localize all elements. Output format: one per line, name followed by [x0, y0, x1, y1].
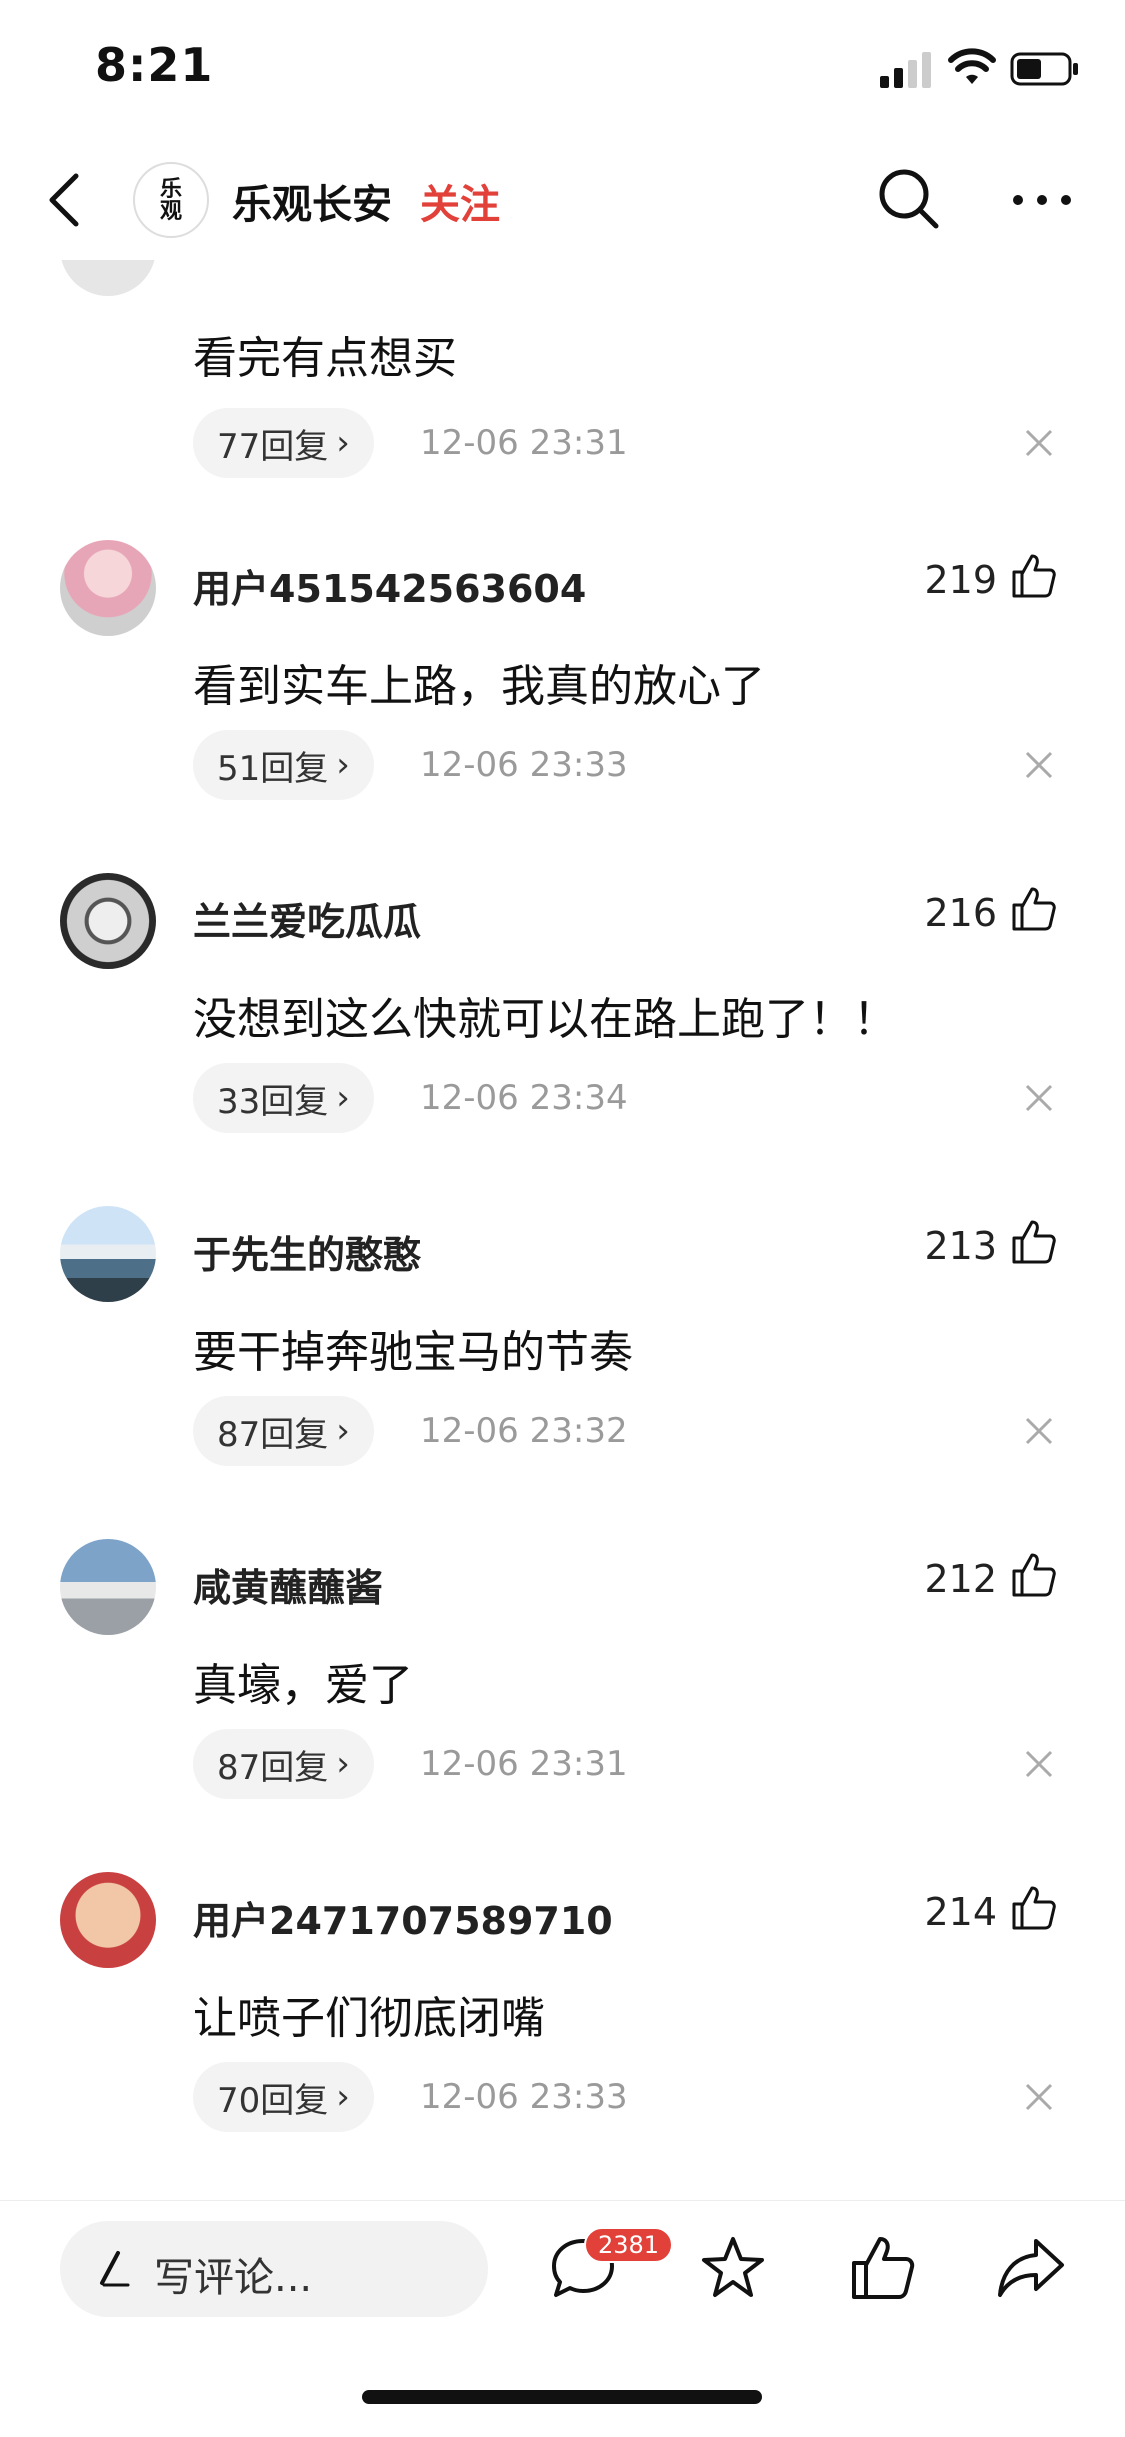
reply-count-button[interactable]: 33回复 › — [193, 1063, 374, 1133]
comment-text: 看到实车上路，我真的放心了 — [193, 661, 765, 712]
like-count: 216 — [924, 891, 997, 935]
account-avatar[interactable]: 乐观 — [133, 162, 209, 238]
reply-count-button[interactable]: 87回复 › — [193, 1396, 374, 1466]
comment-time: 12-06 23:31 — [420, 423, 628, 463]
chevron-right-icon: › — [336, 423, 350, 463]
comment-count-badge: 2381 — [584, 2227, 674, 2263]
reply-count-button[interactable]: 77回复 › — [193, 408, 374, 478]
comment-item: 于先生的憨憨 213 要干掉奔驰宝马的节奏 87回复 › 12-06 23:32 — [0, 1206, 1125, 1539]
reply-count-label: 51回复 — [217, 748, 329, 789]
comment-username[interactable]: 用户2471707589710 — [193, 1890, 613, 1945]
comment-text: 要干掉奔驰宝马的节奏 — [193, 1327, 633, 1378]
comment-text: 真壕，爱了 — [193, 1660, 413, 1711]
user-avatar[interactable] — [60, 873, 156, 969]
comment-text: 看完有点想买 — [193, 333, 457, 384]
comment-time: 12-06 23:33 — [420, 745, 628, 785]
user-avatar[interactable] — [60, 1872, 156, 1968]
star-icon[interactable] — [698, 2233, 768, 2303]
comment-time: 12-06 23:33 — [420, 2077, 628, 2117]
close-icon[interactable] — [1024, 1749, 1054, 1779]
write-comment-input[interactable]: 写评论... — [60, 2221, 488, 2317]
comment-username[interactable]: 用户451542563604 — [193, 558, 586, 613]
thumbs-up-icon[interactable] — [1010, 552, 1056, 600]
share-icon[interactable] — [996, 2233, 1066, 2303]
reply-count-label: 87回复 — [217, 1747, 329, 1788]
chevron-right-icon: › — [336, 745, 350, 785]
status-bar: 8:21 — [0, 0, 1125, 140]
back-icon[interactable] — [40, 170, 90, 230]
close-icon[interactable] — [1024, 428, 1054, 458]
search-icon[interactable] — [876, 166, 942, 232]
thumbs-up-icon[interactable] — [1010, 885, 1056, 933]
reply-count-label: 70回复 — [217, 2080, 329, 2121]
comment-placeholder: 写评论... — [154, 2255, 313, 2301]
cellular-signal-icon — [880, 52, 934, 88]
chevron-right-icon: › — [336, 1411, 350, 1451]
battery-icon — [1010, 52, 1078, 86]
status-time: 8:21 — [95, 38, 214, 92]
comment-item: 兰兰爱吃瓜瓜 216 没想到这么快就可以在路上跑了！！ 33回复 › 12-06 … — [0, 873, 1125, 1206]
comment-username[interactable]: 于先生的憨憨 — [193, 1224, 421, 1279]
comment-time: 12-06 23:31 — [420, 1744, 628, 1784]
pen-icon — [100, 2251, 130, 2287]
account-logo-text: 乐观 — [159, 176, 182, 224]
user-avatar[interactable] — [60, 540, 156, 636]
comment-username[interactable]: 兰兰爱吃瓜瓜 — [193, 891, 421, 946]
comment-time: 12-06 23:34 — [420, 1078, 628, 1118]
close-icon[interactable] — [1024, 750, 1054, 780]
comment-item: 用户2471707589710 214 让喷子们彻底闭嘴 70回复 › 12-06… — [0, 1872, 1125, 2205]
more-icon[interactable] — [1010, 192, 1074, 208]
close-icon[interactable] — [1024, 2082, 1054, 2112]
comment-text: 让喷子们彻底闭嘴 — [193, 1993, 545, 2044]
comment-item: 咸黄蘸蘸酱 212 真壕，爱了 87回复 › 12-06 23:31 — [0, 1539, 1125, 1872]
like-count: 213 — [924, 1224, 997, 1268]
comment-time: 12-06 23:32 — [420, 1411, 628, 1451]
like-count: 212 — [924, 1557, 997, 1601]
article-header: 乐观 乐观长安 关注 — [0, 140, 1125, 260]
wifi-icon — [948, 48, 996, 84]
reply-count-button[interactable]: 70回复 › — [193, 2062, 374, 2132]
account-name[interactable]: 乐观长安 — [232, 172, 392, 230]
comment-item: 看完有点想买 77回复 › 12-06 23:31 — [0, 200, 1125, 490]
user-avatar[interactable] — [60, 1206, 156, 1302]
reply-count-label: 33回复 — [217, 1081, 329, 1122]
close-icon[interactable] — [1024, 1416, 1054, 1446]
thumbs-up-icon[interactable] — [848, 2233, 918, 2303]
home-indicator — [362, 2390, 762, 2404]
reply-count-button[interactable]: 51回复 › — [193, 730, 374, 800]
chevron-right-icon: › — [336, 1744, 350, 1784]
reply-count-button[interactable]: 87回复 › — [193, 1729, 374, 1799]
like-count: 219 — [924, 558, 997, 602]
reply-count-label: 77回复 — [217, 426, 329, 467]
comment-item: 用户451542563604 219 看到实车上路，我真的放心了 51回复 › 1… — [0, 540, 1125, 873]
reply-count-label: 87回复 — [217, 1414, 329, 1455]
thumbs-up-icon[interactable] — [1010, 1218, 1056, 1266]
like-count: 214 — [924, 1890, 997, 1934]
chevron-right-icon: › — [336, 2077, 350, 2117]
comment-username[interactable]: 咸黄蘸蘸酱 — [193, 1557, 383, 1612]
chevron-right-icon: › — [336, 1078, 350, 1118]
close-icon[interactable] — [1024, 1083, 1054, 1113]
follow-button[interactable]: 关注 — [420, 172, 500, 230]
user-avatar[interactable] — [60, 1539, 156, 1635]
comment-text: 没想到这么快就可以在路上跑了！！ — [193, 994, 897, 1045]
thumbs-up-icon[interactable] — [1010, 1551, 1056, 1599]
thumbs-up-icon[interactable] — [1010, 1884, 1056, 1932]
